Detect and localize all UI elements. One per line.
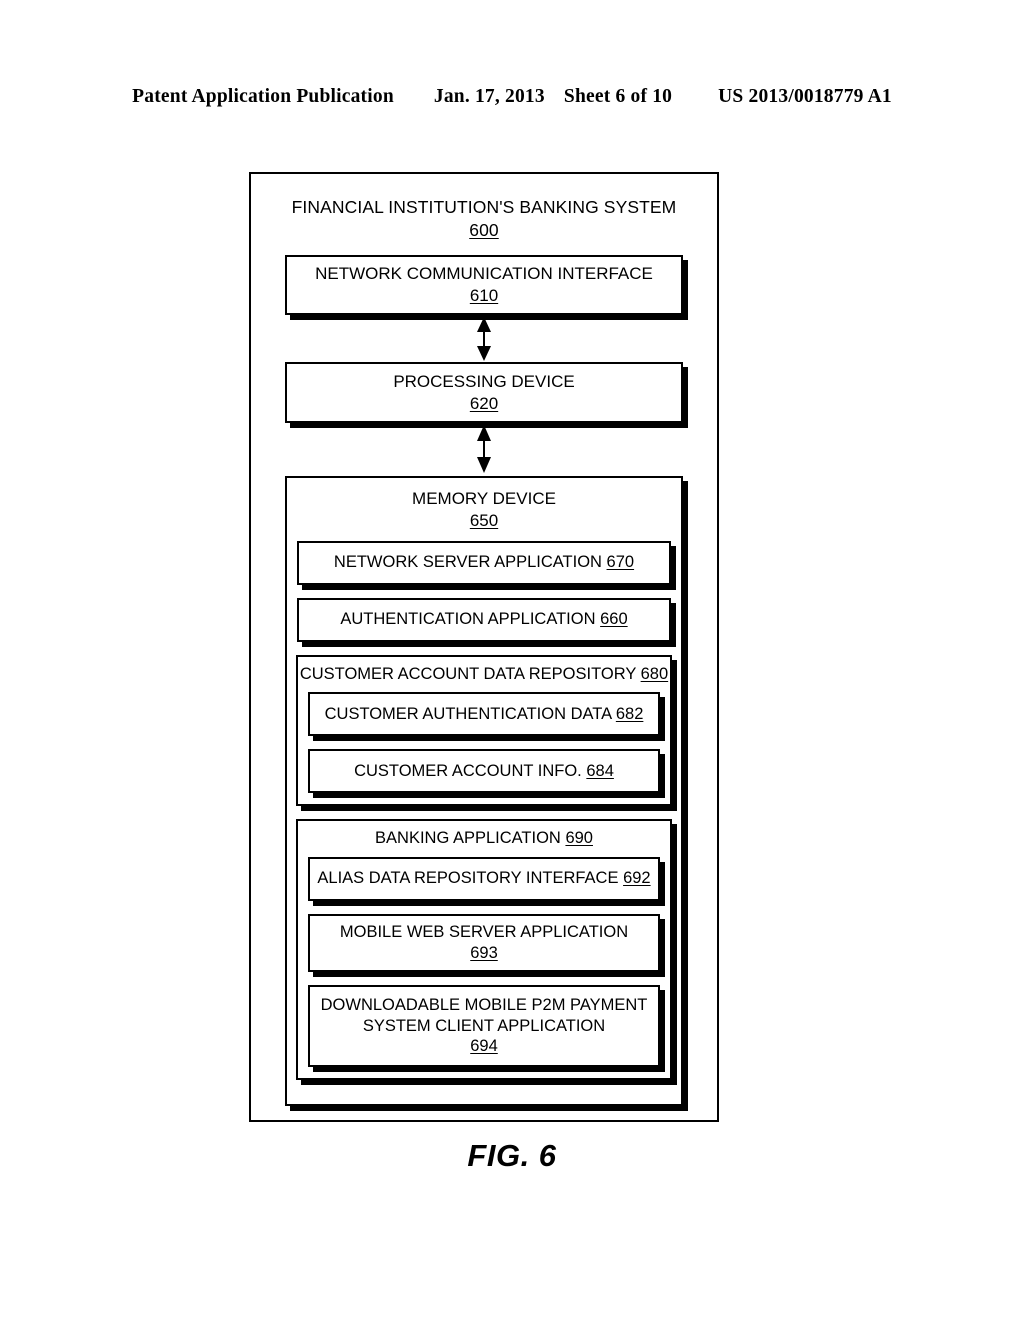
customer-authentication-data-label: CUSTOMER AUTHENTICATION DATA bbox=[324, 704, 612, 723]
double-headed-arrow-processor-memory bbox=[469, 425, 499, 474]
customer-account-data-repository-label: CUSTOMER ACCOUNT DATA REPOSITORY bbox=[299, 664, 637, 683]
banking-application-ref: 690 bbox=[565, 829, 593, 848]
system-title: FINANCIAL INSTITUTION'S BANKING SYSTEM 6… bbox=[292, 196, 677, 242]
customer-authentication-data-box: CUSTOMER AUTHENTICATION DATA 682 bbox=[308, 692, 660, 737]
network-server-application-ref: 670 bbox=[606, 553, 635, 572]
customer-account-data-repository-title: CUSTOMER ACCOUNT DATA REPOSITORY 680 bbox=[300, 664, 668, 685]
network-communication-interface-ref: 610 bbox=[469, 285, 499, 305]
publication-label: Patent Application Publication bbox=[132, 86, 394, 107]
authentication-application-ref: 660 bbox=[600, 610, 628, 629]
network-communication-interface-box: NETWORK COMMUNICATION INTERFACE 610 bbox=[285, 254, 683, 316]
system-ref: 600 bbox=[469, 219, 499, 240]
customer-account-info-ref: 684 bbox=[586, 761, 614, 780]
customer-account-info-line: CUSTOMER ACCOUNT INFO. 684 bbox=[354, 761, 614, 782]
downloadable-client-application-ref: 694 bbox=[470, 1037, 498, 1056]
alias-data-repository-interface-line: ALIAS DATA REPOSITORY INTERFACE 692 bbox=[317, 868, 650, 889]
memory-device-title: MEMORY DEVICE 650 bbox=[412, 488, 556, 532]
processing-device-label: PROCESSING DEVICE bbox=[393, 372, 575, 392]
patent-number: US 2013/0018779 A1 bbox=[718, 86, 892, 107]
financial-institution-banking-system-box: FINANCIAL INSTITUTION'S BANKING SYSTEM 6… bbox=[249, 172, 719, 1122]
network-server-application-line: NETWORK SERVER APPLICATION 670 bbox=[334, 552, 634, 573]
processing-device-ref: 620 bbox=[469, 393, 499, 413]
mobile-web-server-application-label: MOBILE WEB SERVER APPLICATION bbox=[339, 923, 629, 942]
authentication-application-box: AUTHENTICATION APPLICATION 660 bbox=[297, 597, 671, 642]
alias-data-repository-interface-box: ALIAS DATA REPOSITORY INTERFACE 692 bbox=[308, 857, 660, 901]
mobile-web-server-application-box: MOBILE WEB SERVER APPLICATION 693 bbox=[308, 914, 660, 972]
customer-authentication-data-line: CUSTOMER AUTHENTICATION DATA 682 bbox=[325, 704, 644, 725]
system-title-text: FINANCIAL INSTITUTION'S BANKING SYSTEM bbox=[291, 197, 677, 217]
alias-data-repository-interface-ref: 692 bbox=[623, 869, 651, 888]
customer-account-data-repository-box: CUSTOMER ACCOUNT DATA REPOSITORY 680 CUS… bbox=[296, 654, 672, 807]
downloadable-mobile-p2m-client-application-box: DOWNLOADABLE MOBILE P2M PAYMENT SYSTEM C… bbox=[308, 985, 660, 1067]
page-header: Patent Application Publication Jan. 17, … bbox=[0, 86, 1024, 108]
network-server-application-label: NETWORK SERVER APPLICATION bbox=[333, 553, 602, 572]
publication-date-sheet: Jan. 17, 2013 Sheet 6 of 10 bbox=[434, 86, 672, 108]
banking-application-box: BANKING APPLICATION 690 ALIAS DATA REPOS… bbox=[296, 819, 672, 1080]
downloadable-client-application-line-1: DOWNLOADABLE MOBILE P2M PAYMENT bbox=[320, 996, 648, 1015]
memory-device-label: MEMORY DEVICE bbox=[412, 489, 556, 509]
authentication-application-line: AUTHENTICATION APPLICATION 660 bbox=[340, 609, 627, 630]
customer-account-data-repository-ref: 680 bbox=[640, 664, 669, 683]
banking-application-label: BANKING APPLICATION bbox=[375, 829, 561, 848]
figure-caption: FIG. 6 bbox=[467, 1138, 557, 1173]
customer-account-info-label: CUSTOMER ACCOUNT INFO. bbox=[354, 761, 582, 780]
publication-date: Jan. 17, 2013 bbox=[433, 86, 545, 107]
network-communication-interface-label: NETWORK COMMUNICATION INTERFACE bbox=[315, 264, 653, 284]
alias-data-repository-interface-label: ALIAS DATA REPOSITORY INTERFACE bbox=[317, 869, 624, 888]
sheet-number: Sheet 6 of 10 bbox=[563, 86, 673, 107]
banking-application-title: BANKING APPLICATION 690 bbox=[375, 828, 593, 849]
downloadable-client-application-line-2: SYSTEM CLIENT APPLICATION bbox=[362, 1016, 606, 1035]
double-headed-arrow-interface-processor bbox=[469, 317, 499, 362]
figure-6-diagram: FINANCIAL INSTITUTION'S BANKING SYSTEM 6… bbox=[249, 172, 719, 1122]
memory-device-ref: 650 bbox=[469, 511, 499, 530]
mobile-web-server-application-ref: 693 bbox=[470, 944, 498, 962]
customer-authentication-data-ref: 682 bbox=[615, 704, 644, 723]
customer-account-info-box: CUSTOMER ACCOUNT INFO. 684 bbox=[308, 749, 660, 794]
authentication-application-label: AUTHENTICATION APPLICATION bbox=[340, 610, 596, 629]
processing-device-box: PROCESSING DEVICE 620 bbox=[285, 362, 683, 424]
memory-device-box: MEMORY DEVICE 650 NETWORK SERVER APPLICA… bbox=[285, 476, 683, 1106]
network-server-application-box: NETWORK SERVER APPLICATION 670 bbox=[297, 540, 671, 585]
